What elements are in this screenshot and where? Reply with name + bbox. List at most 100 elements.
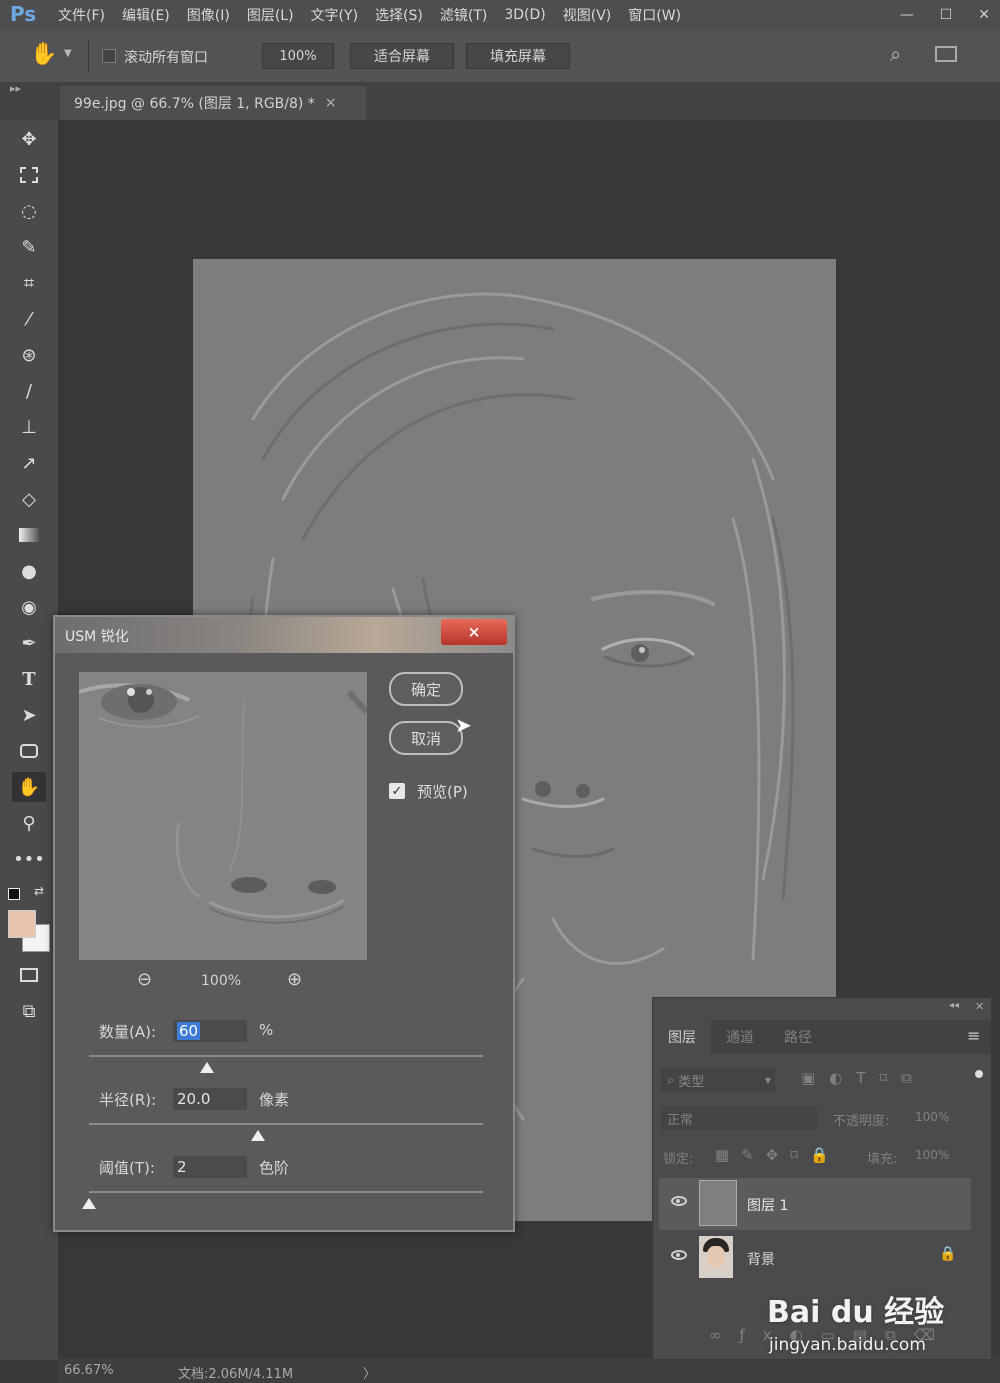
filter-search-icon: ⌕ [667, 1072, 675, 1088]
ok-button[interactable]: 确定 [389, 672, 463, 706]
lock-icon: 🔒 [939, 1246, 957, 1262]
fill-label: 填充: [867, 1152, 898, 1167]
status-menu-arrow[interactable]: 〉 [363, 1363, 376, 1382]
radius-slider-track[interactable] [89, 1123, 483, 1125]
menu-view[interactable]: 视图(V) [563, 5, 612, 25]
move-tool-icon[interactable]: ✥ [12, 124, 46, 154]
fill-value[interactable]: 100% [915, 1148, 949, 1162]
tab-layers[interactable]: 图层 [653, 1020, 711, 1054]
status-zoom[interactable]: 66.67% [64, 1363, 114, 1378]
menu-list: 文件(F) 编辑(E) 图像(I) 图层(L) 文字(Y) 选择(S) 滤镜(T… [58, 0, 698, 30]
panel-close-icon[interactable]: ✕ [975, 1000, 984, 1013]
workspace-icon[interactable] [935, 46, 957, 62]
zoom-100-button[interactable]: 100% [262, 43, 334, 69]
menu-image[interactable]: 图像(I) [187, 5, 230, 25]
hand-tool-icon[interactable]: ✋ [12, 772, 46, 802]
blur-tool-icon[interactable]: ● [12, 556, 46, 586]
lock-icons[interactable]: ▦✎✥⌑🔒 [715, 1146, 841, 1164]
history-brush-tool-icon[interactable]: ↗ [12, 448, 46, 478]
minimize-icon[interactable]: — [900, 7, 914, 23]
eyedropper-tool-icon[interactable]: ⁄ [12, 304, 46, 334]
zoom-tool-icon[interactable]: ⚲ [12, 808, 46, 838]
radius-value: 20.0 [177, 1090, 211, 1108]
menu-file[interactable]: 文件(F) [58, 5, 105, 25]
opacity-value[interactable]: 100% [915, 1110, 949, 1124]
dialog-close-button[interactable]: × [441, 619, 507, 645]
filter-toggle[interactable] [975, 1070, 983, 1078]
menu-filter[interactable]: 滤镜(T) [440, 5, 487, 25]
status-doc-info: 文档:2.06M/4.11M [178, 1367, 294, 1382]
healing-brush-tool-icon[interactable]: ⊛ [12, 340, 46, 370]
quick-selection-tool-icon[interactable]: ✎ [12, 232, 46, 262]
amount-slider-thumb[interactable] [200, 1062, 215, 1073]
type-tool-icon[interactable]: T [12, 664, 46, 694]
filter-preview[interactable] [79, 672, 367, 960]
layer-row-layer1[interactable]: 图层 1 [659, 1178, 971, 1230]
menu-select[interactable]: 选择(S) [375, 5, 423, 25]
options-bar: ✋ ▼ 滚动所有窗口 100% 适合屏幕 填充屏幕 ⌕ [0, 30, 1000, 83]
zoom-in-icon[interactable]: ⊕ [287, 969, 302, 990]
preview-checkbox[interactable]: ✓ [389, 783, 405, 799]
watermark-url: jingyan.baidu.com [769, 1335, 926, 1355]
fill-screen-button[interactable]: 填充屏幕 [466, 43, 570, 69]
collapse-panels-icon[interactable]: ▸▸ [10, 82, 21, 95]
hand-tool-icon[interactable]: ✋ [30, 42, 57, 67]
marquee-tool-icon[interactable] [12, 160, 46, 190]
menu-layer[interactable]: 图层(L) [247, 5, 294, 25]
more-tools-icon[interactable]: ••• [12, 844, 46, 874]
scroll-all-windows-checkbox[interactable] [102, 49, 116, 63]
menu-edit[interactable]: 编辑(E) [122, 5, 170, 25]
foreground-color-swatch[interactable] [8, 910, 36, 938]
layer-name[interactable]: 图层 1 [747, 1195, 788, 1215]
tool-preset-dropdown-icon[interactable]: ▼ [64, 48, 72, 59]
menu-window[interactable]: 窗口(W) [628, 5, 681, 25]
filter-kind-label: 类型 [678, 1074, 705, 1090]
amount-input[interactable]: 60 [173, 1020, 247, 1042]
menu-type[interactable]: 文字(Y) [311, 5, 358, 25]
eye-icon[interactable] [671, 1250, 687, 1260]
brush-tool-icon[interactable]: ∕ [12, 376, 46, 406]
eye-icon[interactable] [671, 1196, 687, 1206]
watermark-brand: Bai du 经验 [767, 1295, 945, 1330]
default-colors-icon[interactable] [8, 888, 20, 900]
scroll-all-windows-label: 滚动所有窗口 [124, 50, 208, 66]
threshold-slider-thumb[interactable] [82, 1198, 96, 1209]
blend-mode-select[interactable]: 正常 [661, 1106, 817, 1130]
tab-paths[interactable]: 路径 [771, 1020, 825, 1054]
close-window-icon[interactable]: ✕ [978, 7, 990, 23]
swap-colors-icon[interactable]: ⇄ [34, 884, 44, 898]
quick-mask-icon[interactable] [12, 960, 46, 990]
threshold-input[interactable]: 2 [173, 1156, 247, 1178]
document-tab[interactable]: 99e.jpg @ 66.7% (图层 1, RGB/8) * × [60, 86, 366, 120]
eraser-tool-icon[interactable]: ◇ [12, 484, 46, 514]
amount-slider-track[interactable] [89, 1055, 483, 1057]
dialog-title-bar[interactable]: USM 锐化 × [55, 617, 513, 653]
blend-mode-value: 正常 [667, 1112, 694, 1128]
baidu-watermark: Bai du 经验 jingyan.baidu.com [765, 1275, 995, 1365]
clone-stamp-tool-icon[interactable]: ⊥ [12, 412, 46, 442]
shape-tool-icon[interactable] [12, 736, 46, 766]
amount-value: 60 [177, 1022, 201, 1040]
threshold-slider-track[interactable] [89, 1191, 483, 1193]
lasso-tool-icon[interactable]: ◌ [12, 196, 46, 226]
zoom-out-icon[interactable]: ⊖ [137, 969, 152, 990]
radius-input[interactable]: 20.0 [173, 1088, 247, 1110]
cancel-button[interactable]: 取消 [389, 721, 463, 755]
path-selection-tool-icon[interactable]: ➤ [12, 700, 46, 730]
close-tab-icon[interactable]: × [325, 95, 337, 111]
panel-menu-icon[interactable]: ≡ [967, 1026, 980, 1045]
tab-channels[interactable]: 通道 [713, 1020, 767, 1054]
fit-screen-button[interactable]: 适合屏幕 [350, 43, 454, 69]
layer-filter-kind[interactable]: ⌕ 类型 ▼ [661, 1068, 775, 1092]
crop-tool-icon[interactable]: ⌗ [12, 268, 46, 298]
screen-mode-icon[interactable]: ⧉ [12, 996, 46, 1026]
dodge-tool-icon[interactable]: ◉ [12, 592, 46, 622]
maximize-icon[interactable]: ☐ [940, 7, 953, 23]
layer-name[interactable]: 背景 [747, 1249, 775, 1269]
gradient-tool-icon[interactable] [12, 520, 46, 550]
search-icon[interactable]: ⌕ [890, 42, 901, 66]
pen-tool-icon[interactable]: ✒ [12, 628, 46, 658]
radius-slider-thumb[interactable] [251, 1130, 266, 1141]
menu-3d[interactable]: 3D(D) [504, 7, 545, 23]
panel-collapse-icon[interactable]: ◂◂ [949, 1000, 959, 1011]
